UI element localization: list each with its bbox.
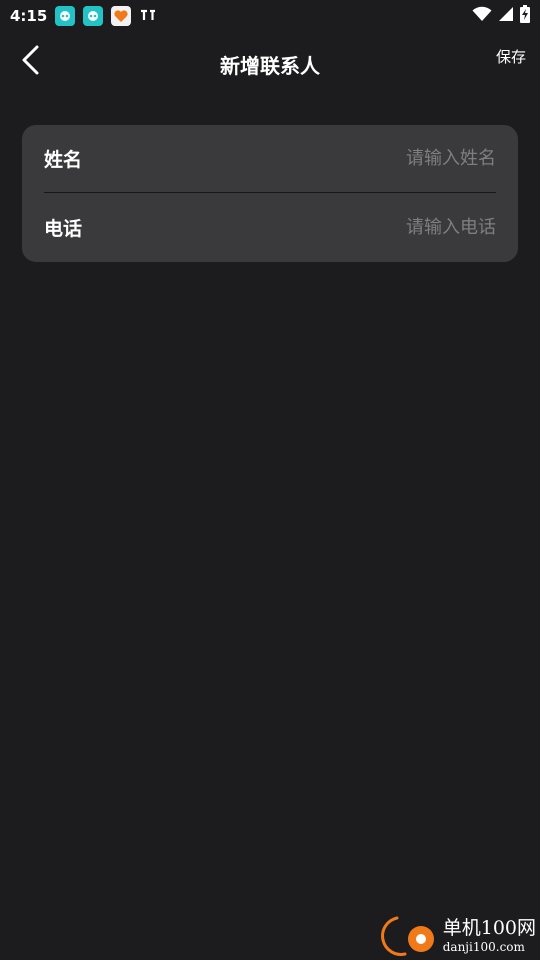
watermark: 单机100网 danji100.com — [375, 914, 536, 958]
watermark-text: 单机100网 danji100.com — [442, 917, 536, 954]
watermark-logo-icon — [380, 916, 434, 956]
status-right — [472, 5, 530, 27]
phone-label: 电话 — [44, 217, 83, 240]
status-bar: 4:15 — [0, 0, 540, 32]
heart-app-icon — [111, 6, 132, 26]
phone-row: 电话 — [44, 193, 496, 261]
name-label: 姓名 — [44, 149, 83, 171]
watermark-url: danji100.com — [442, 940, 525, 954]
save-button[interactable]: 保存 — [496, 46, 526, 67]
watermark-title: 单机100网 — [442, 917, 536, 939]
status-time: 4:15 — [10, 7, 48, 25]
header: 新增联系人 保存 — [0, 32, 540, 94]
battery-charging-icon — [520, 5, 530, 27]
signal-extra-icon — [139, 7, 157, 26]
app-notif-icon — [83, 6, 104, 26]
app-notif-icon — [55, 6, 76, 26]
wifi-icon — [472, 6, 492, 26]
screen: 4:15 新增联系人 保存 姓名 请输入姓名 电话 请输入电话 单机100网 d… — [0, 0, 540, 960]
page-title: 新增联系人 — [220, 54, 320, 78]
phone-input[interactable] — [256, 216, 496, 238]
name-input[interactable] — [256, 148, 496, 169]
cell-signal-icon — [498, 6, 514, 26]
contact-form-card: 姓名 电话 — [22, 125, 518, 262]
name-row: 姓名 — [44, 125, 496, 193]
